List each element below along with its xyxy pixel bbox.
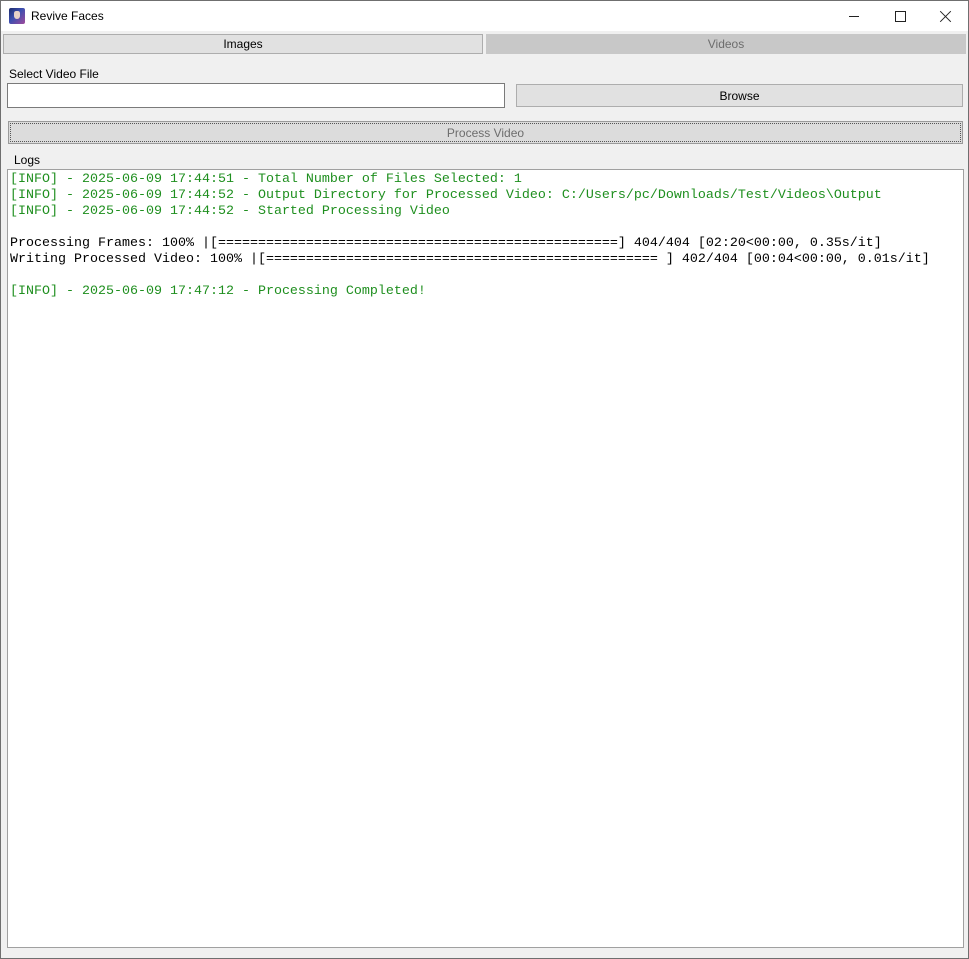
app-window: Revive Faces Images Videos Select Video …: [0, 0, 969, 959]
log-line: Processing Frames: 100% |[==============…: [10, 236, 882, 251]
video-file-path-input[interactable]: [7, 83, 505, 108]
maximize-icon: [894, 10, 906, 22]
close-button[interactable]: [923, 1, 969, 31]
tab-images[interactable]: Images: [3, 34, 483, 54]
minimize-button[interactable]: [831, 1, 877, 31]
log-line: Writing Processed Video: 100% |[========…: [10, 252, 930, 267]
process-video-label: Process Video: [446, 125, 525, 140]
browse-button[interactable]: Browse: [516, 84, 963, 107]
tab-videos[interactable]: Videos: [486, 34, 966, 54]
logs-output[interactable]: [INFO] - 2025-06-09 17:44:51 - Total Num…: [7, 169, 964, 948]
close-icon: [940, 10, 952, 22]
log-line: [INFO] - 2025-06-09 17:44:51 - Total Num…: [10, 172, 522, 187]
minimize-icon: [849, 15, 859, 17]
log-line: [INFO] - 2025-06-09 17:47:12 - Processin…: [10, 284, 426, 299]
title-bar[interactable]: Revive Faces: [1, 1, 968, 31]
window-title: Revive Faces: [31, 9, 104, 23]
log-line: [INFO] - 2025-06-09 17:44:52 - Started P…: [10, 204, 450, 219]
log-line: [INFO] - 2025-06-09 17:44:52 - Output Di…: [10, 188, 882, 203]
maximize-button[interactable]: [877, 1, 923, 31]
logs-label: Logs: [14, 153, 41, 167]
select-video-file-label: Select Video File: [9, 67, 99, 81]
process-video-button[interactable]: Process Video: [8, 121, 963, 144]
app-logo-icon: [9, 8, 25, 24]
